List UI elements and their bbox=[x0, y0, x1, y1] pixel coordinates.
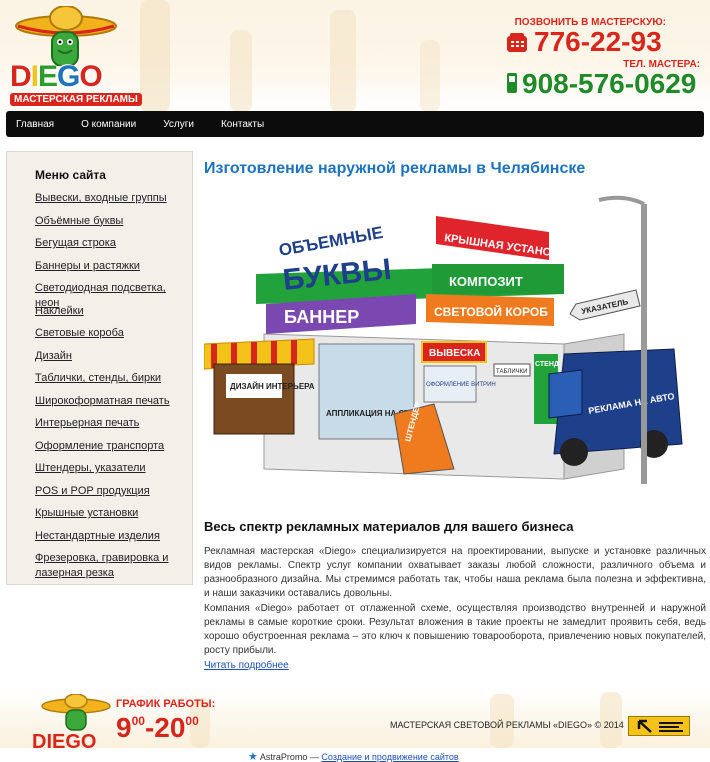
sidebar-item-stickers[interactable]: Наклейки bbox=[35, 305, 84, 317]
sombrero-cactus-icon bbox=[15, 5, 117, 67]
sidebar-item-lightboxes[interactable]: Световые короба bbox=[35, 327, 124, 339]
scroll-to-top-button[interactable] bbox=[628, 716, 690, 736]
sidebar-item-banners[interactable]: Баннеры и растяжки bbox=[35, 260, 140, 272]
schedule-end-minutes: 00 bbox=[185, 714, 199, 728]
svg-text:ОФОРМЛЕНИЕ ВИТРИН: ОФОРМЛЕНИЕ ВИТРИН bbox=[426, 382, 496, 388]
arrow-up-left-icon bbox=[637, 719, 683, 733]
sidebar-item-milling[interactable]: Фрезеровка, гравировка и лазерная резка bbox=[35, 552, 168, 579]
nav-item-contacts[interactable]: Контакты bbox=[221, 119, 264, 130]
cactus-decoration bbox=[420, 40, 440, 112]
credit-brand: AstraPromo — bbox=[259, 752, 319, 762]
schedule-label: ГРАФИК РАБОТЫ: bbox=[116, 698, 216, 710]
sidebar-item-running-line[interactable]: Бегущая строка bbox=[35, 237, 116, 249]
page-title: Изготовление наружной рекламы в Челябинс… bbox=[204, 160, 586, 177]
sidebar-item-wide-print[interactable]: Широкоформатная печать bbox=[35, 395, 170, 407]
sidebar-item-volume-letters[interactable]: Объёмные буквы bbox=[35, 215, 123, 227]
schedule-start-minutes: 00 bbox=[131, 714, 145, 728]
logo-wordmark: DIEGO bbox=[10, 60, 103, 93]
sidebar-title: Меню сайта bbox=[35, 168, 106, 182]
copyright-text: МАСТЕРСКАЯ СВЕТОВОЙ РЕКЛАМЫ «DIEGO» © 20… bbox=[390, 720, 624, 730]
site-footer: DIEGO ГРАФИК РАБОТЫ: 900-2000 МАСТЕРСКАЯ… bbox=[0, 688, 710, 748]
nav-item-services[interactable]: Услуги bbox=[163, 119, 194, 130]
advertising-van: РЕКЛАМА НА АВТО bbox=[548, 348, 683, 466]
storefront-illustration: КРЫШНАЯ УСТАНОВКА КОМПОЗИТ ОБЪЕМНЫЕ БУКВ… bbox=[204, 195, 683, 484]
sidebar-item-plates[interactable]: Таблички, стенды, бирки bbox=[35, 372, 161, 384]
company-paragraph: Компания «Diego» работает от отлаженной … bbox=[204, 603, 706, 656]
main-content: Изготовление наружной рекламы в Челябинс… bbox=[204, 160, 706, 671]
nav-item-about[interactable]: О компании bbox=[81, 119, 136, 130]
site-logo[interactable]: DIEGO МАСТЕРСКАЯ РЕКЛАМЫ bbox=[8, 5, 142, 110]
sidebar-item-transport[interactable]: Оформление транспорта bbox=[35, 440, 164, 452]
workshop-phone[interactable]: 776-22-93 bbox=[534, 26, 662, 58]
work-schedule: 900-2000 bbox=[116, 712, 199, 743]
star-icon: ★ bbox=[248, 751, 258, 762]
sidebar-item-interior-print[interactable]: Интерьерная печать bbox=[35, 417, 139, 429]
sidebar-list: Вывески, входные группы Объёмные буквы Б… bbox=[35, 190, 193, 580]
svg-text:СТЕНД: СТЕНД bbox=[535, 361, 559, 368]
svg-text:ДИЗАЙН ИНТЕРЬЕРА: ДИЗАЙН ИНТЕРЬЕРА bbox=[230, 382, 315, 391]
sidebar-item-shtenders[interactable]: Штендеры, указатели bbox=[35, 462, 146, 474]
credit-link[interactable]: Создание и продвижение сайтов bbox=[321, 752, 458, 762]
schedule-end-hour: 20 bbox=[154, 712, 186, 743]
svg-text:СВЕТОВОЙ КОРОБ: СВЕТОВОЙ КОРОБ bbox=[434, 304, 548, 319]
roof-sign: КРЫШНАЯ УСТАНОВКА bbox=[436, 216, 574, 262]
phone-icon bbox=[507, 33, 527, 52]
svg-text:ТАБЛИЧКИ: ТАБЛИЧКИ bbox=[496, 369, 527, 375]
pointer-sign: УКАЗАТЕЛЬ bbox=[569, 289, 641, 321]
sombrero-cactus-icon: DIEGO bbox=[32, 693, 111, 748]
svg-text:ВЫВЕСКА: ВЫВЕСКА bbox=[429, 348, 480, 359]
sidebar-item-design[interactable]: Дизайн bbox=[35, 350, 72, 362]
developer-credit: ★ AstraPromo — Создание и продвижение са… bbox=[248, 750, 459, 762]
volume-letters-sign: ОБЪЕМНЫЕ БУКВЫ bbox=[277, 223, 393, 297]
cactus-decoration bbox=[230, 30, 252, 112]
sidebar-item-custom[interactable]: Нестандартные изделия bbox=[35, 530, 160, 542]
svg-text:БАННЕР: БАННЕР bbox=[284, 307, 359, 327]
footer-logo[interactable]: DIEGO bbox=[32, 693, 116, 748]
schedule-start-hour: 9 bbox=[116, 712, 132, 743]
intro-paragraph: Рекламная мастерская «Diego» специализир… bbox=[204, 546, 706, 599]
cactus-decoration bbox=[330, 10, 356, 112]
master-phone[interactable]: 908-576-0629 bbox=[522, 68, 696, 100]
main-navigation: Главная О компании Услуги Контакты bbox=[6, 111, 704, 137]
sidebar-item-roof[interactable]: Крышные установки bbox=[35, 507, 138, 519]
section-subtitle: Весь спектр рекламных материалов для ваш… bbox=[204, 519, 574, 534]
nav-item-home[interactable]: Главная bbox=[16, 119, 54, 130]
sidebar-menu: Меню сайта Вывески, входные группы Объём… bbox=[6, 151, 193, 585]
site-header: DIEGO МАСТЕРСКАЯ РЕКЛАМЫ ПОЗВОНИТЬ В МАС… bbox=[0, 0, 710, 112]
sidebar-item-pos-pop[interactable]: POS и POP продукция bbox=[35, 485, 150, 497]
svg-text:DIEGO: DIEGO bbox=[32, 731, 96, 748]
sidebar-item-signs[interactable]: Вывески, входные группы bbox=[35, 192, 167, 204]
cactus-decoration bbox=[140, 0, 170, 112]
read-more-link[interactable]: Читать подробнее bbox=[204, 660, 289, 671]
svg-text:КОМПОЗИТ: КОМПОЗИТ bbox=[449, 274, 523, 289]
mobile-phone-icon bbox=[507, 73, 517, 93]
lightbox-sign: СВЕТОВОЙ КОРОБ bbox=[426, 294, 554, 326]
logo-subtitle: МАСТЕРСКАЯ РЕКЛАМЫ bbox=[10, 93, 142, 106]
